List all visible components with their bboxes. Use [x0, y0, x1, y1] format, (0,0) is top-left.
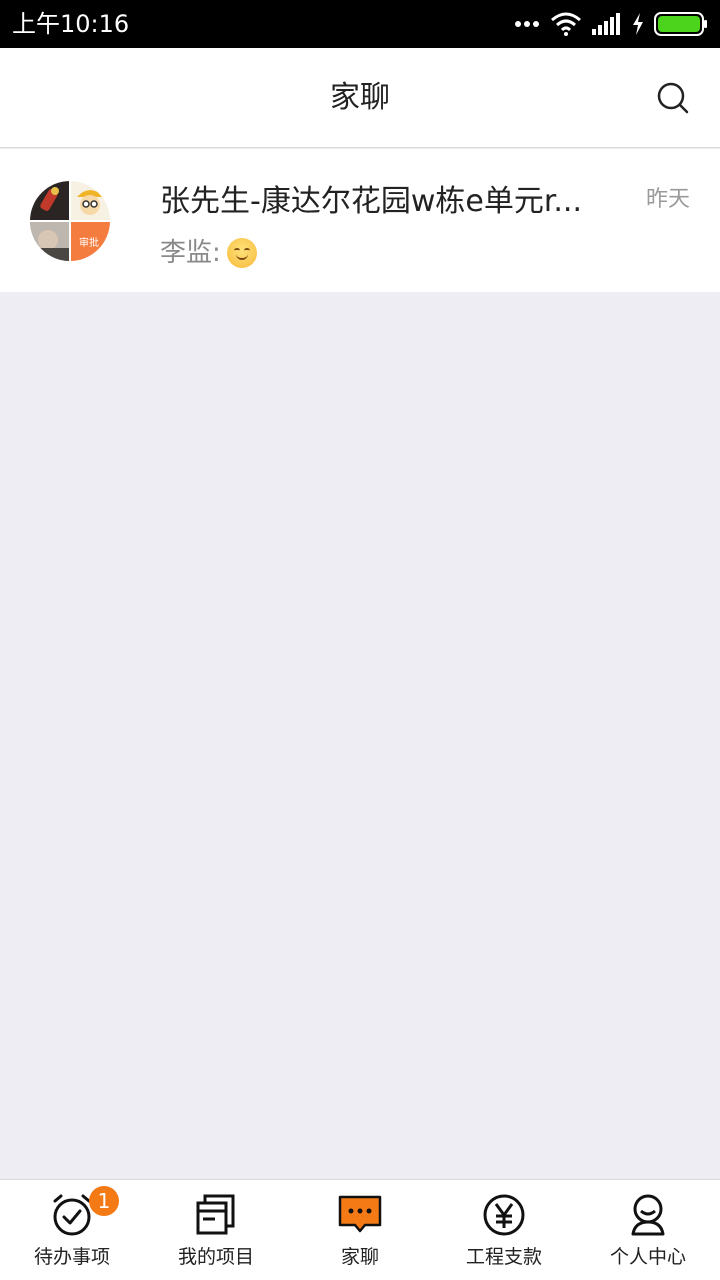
- tab-label: 我的项目: [177, 1246, 254, 1268]
- chat-preview: 李监:: [160, 235, 257, 271]
- tab-profile[interactable]: 个人中心: [576, 1180, 720, 1280]
- search-icon[interactable]: [656, 81, 690, 115]
- tab-label: 个人中心: [609, 1246, 686, 1268]
- tab-projects[interactable]: 我的项目: [144, 1180, 288, 1280]
- chat-list: 审批 张先生-康达尔花园w栋e单元r... 昨天 李监:: [0, 149, 720, 292]
- group-avatar: 审批: [30, 181, 110, 261]
- avatar-tile: 审批: [71, 222, 110, 261]
- chat-preview-text: 李监:: [160, 238, 221, 268]
- chat-name: 张先生-康达尔花园w栋e单元r...: [160, 184, 583, 219]
- app-header: 家聊: [0, 48, 720, 148]
- project-stack-icon: [196, 1194, 235, 1235]
- more-dots-icon: [515, 21, 539, 27]
- battery-icon: [654, 12, 707, 36]
- signal-icon: [592, 13, 620, 35]
- tab-todo[interactable]: 1 待办事项: [0, 1180, 144, 1280]
- person-icon: [631, 1194, 665, 1236]
- tab-chat[interactable]: 家聊: [288, 1180, 432, 1280]
- tab-label: 工程支款: [465, 1246, 542, 1268]
- smile-emoji-icon: [226, 238, 257, 268]
- chat-time: 昨天: [645, 187, 690, 212]
- avatar-tile: [30, 181, 69, 220]
- tab-label: 待办事项: [33, 1246, 110, 1268]
- yen-icon: [483, 1194, 525, 1236]
- wifi-icon: [551, 12, 581, 36]
- status-time: 上午10:16: [12, 10, 130, 38]
- avatar-tile: [30, 222, 69, 261]
- approval-stamp-icon: 审批: [79, 238, 99, 249]
- avatar-tile: [71, 181, 110, 220]
- status-bar: 上午10:16: [0, 0, 720, 48]
- tab-label: 家聊: [340, 1246, 379, 1268]
- charging-icon: [633, 13, 643, 35]
- tab-payments[interactable]: 工程支款: [432, 1180, 576, 1280]
- chat-bubble-icon: [338, 1195, 382, 1233]
- todo-count-badge: 1: [89, 1186, 119, 1216]
- status-icons: [514, 10, 708, 38]
- chat-list-item[interactable]: 审批 张先生-康达尔花园w栋e单元r... 昨天 李监:: [0, 149, 720, 292]
- bottom-tab-bar: 1 待办事项 我的项目 家聊 工程支款 个人中心: [0, 1179, 720, 1280]
- page-title: 家聊: [330, 80, 390, 115]
